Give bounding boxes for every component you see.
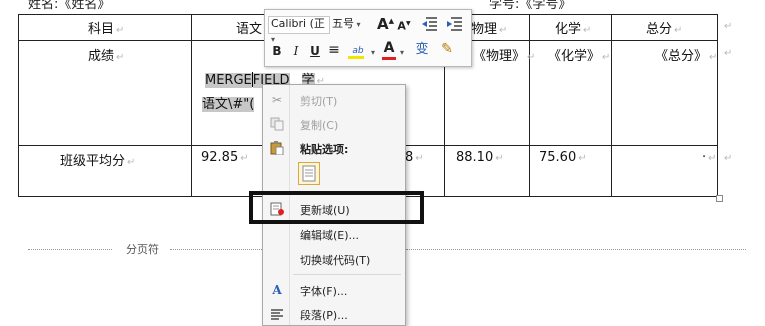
font-icon: A [272, 283, 282, 297]
phonetic-guide-icon[interactable]: 变 [413, 43, 431, 57]
menu-divider [293, 274, 401, 275]
header-subject: 科目 ↵ [88, 22, 125, 37]
header-total: 总分 ↵ [646, 22, 683, 37]
decrease-indent-icon[interactable] [421, 15, 439, 31]
shrink-font-button[interactable]: A▼ [397, 17, 411, 34]
name-merge-field: 姓名:《姓名》 [28, 0, 111, 12]
chevron-down-icon[interactable]: ▾ [398, 46, 406, 60]
page-break-line-right [406, 249, 746, 250]
copy-icon [270, 117, 284, 131]
paragraph-icon [270, 307, 284, 321]
table-border-right [717, 14, 718, 197]
chinese-field-code-line2[interactable]: 语文\#"( [202, 93, 255, 112]
paste-keep-text-only-button[interactable] [298, 162, 320, 185]
total-merge-field[interactable]: 《总分》 ↵ [655, 45, 717, 64]
annotation-highlight-box [249, 191, 424, 224]
font-size-dropdown[interactable]: 五号 ▾ [332, 17, 374, 32]
menu-item-copy[interactable]: 复制(C) [263, 113, 405, 135]
underline-button[interactable]: U [308, 44, 322, 58]
highlight-color-button[interactable]: ab [347, 42, 369, 60]
page-break-label: 分页符 [126, 243, 159, 256]
increase-indent-icon[interactable] [446, 15, 464, 31]
table-border-left [18, 14, 19, 197]
header-chinese: 语文 [236, 22, 263, 37]
avg-chinese: 92.85 ↵ [201, 150, 249, 165]
table-resize-handle[interactable] [716, 195, 723, 202]
paste-icon [270, 141, 284, 156]
avg-math: 8 ↵ [405, 150, 424, 165]
row-end-mark: ↵ [724, 21, 733, 32]
row-end-mark: ↵ [724, 153, 733, 164]
page-break-line-right [170, 249, 262, 250]
header-physics: 物理 ↵ [471, 22, 508, 37]
table-border [529, 14, 530, 197]
student-id-merge-field: 学号:《学号》 [489, 0, 572, 12]
page-break-line-left [28, 249, 112, 250]
avg-physics: 88.10 ↵ [456, 150, 504, 165]
font-color-button[interactable]: A [382, 41, 396, 60]
highlight-color-swatch [348, 56, 364, 59]
chevron-down-icon[interactable]: ▾ [369, 46, 377, 60]
menu-item-cut[interactable]: ✂ 剪切(T) [263, 89, 405, 111]
chevron-down-icon: ▾ [271, 35, 276, 44]
chemistry-merge-field[interactable]: 《化学》 ↵ [548, 45, 610, 64]
avg-chemistry: 75.60 ↵ [539, 150, 587, 165]
font-color-swatch [382, 57, 396, 60]
mini-formatting-toolbar: Calibri (正 ▾ 五号 ▾ A▲ A▼ B I U ≡ ab ▾ A ▾… [264, 9, 472, 67]
scissors-icon: ✂ [271, 93, 283, 107]
center-align-icon[interactable]: ≡ [327, 43, 341, 57]
menu-item-toggle-field-codes[interactable]: 切换域代码(T) [263, 248, 405, 270]
italic-button[interactable]: I [289, 44, 303, 58]
format-painter-icon[interactable]: ✎ [437, 42, 457, 56]
chevron-down-icon: ▾ [354, 20, 361, 29]
paste-text-only-icon [302, 165, 316, 182]
row-label-score: 成绩 ↵ [88, 49, 125, 64]
physics-merge-field[interactable]: 《物理》 ↵ [473, 45, 535, 64]
avg-total: · ↵ [702, 150, 717, 165]
menu-item-font[interactable]: A 字体(F)... [263, 279, 405, 301]
highlighter-icon: ab [352, 46, 364, 56]
menu-item-paste-options: 粘贴选项: [263, 137, 405, 159]
row-label-class-average: 班级平均分 ↵ [60, 154, 136, 169]
menu-item-edit-field[interactable]: 编辑域(E)... [263, 223, 405, 245]
bold-button[interactable]: B [270, 44, 284, 58]
header-chemistry: 化学 ↵ [555, 22, 592, 37]
grow-font-button[interactable]: A▲ [377, 14, 394, 32]
table-border [191, 14, 192, 197]
row-end-mark: ↵ [724, 48, 733, 59]
font-name-dropdown[interactable]: Calibri (正 ▾ [268, 16, 330, 44]
table-border [611, 14, 612, 197]
